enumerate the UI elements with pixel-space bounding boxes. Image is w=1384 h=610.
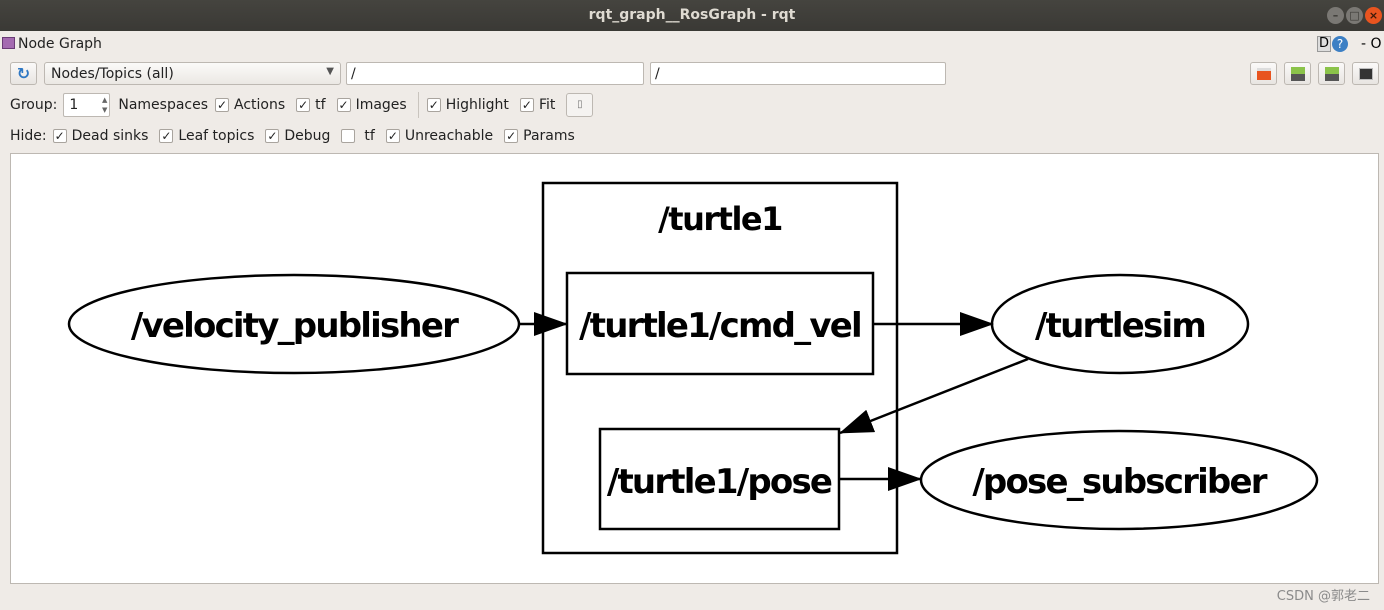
unreachable-checkbox[interactable]: ✓	[385, 129, 400, 143]
fit-in-view-button[interactable]: ▯	[566, 93, 594, 117]
node-turtlesim[interactable]: /turtlesim	[990, 273, 1250, 375]
plugin-title: Node Graph	[18, 36, 102, 52]
group-spinbox[interactable]: 1 ▲ ▼	[63, 93, 111, 117]
debug-label: Debug	[284, 128, 331, 144]
node-graph-icon	[2, 37, 15, 49]
images-label: Images	[355, 97, 407, 113]
tf-checkbox[interactable]: ✓	[296, 98, 311, 112]
close-plugin-button[interactable]: - O	[1361, 36, 1382, 52]
group-label: Group:	[10, 97, 58, 113]
hide-tf-checkbox[interactable]	[341, 129, 356, 143]
group-value: 1	[69, 97, 79, 113]
leaf-topics-label: Leaf topics	[178, 128, 255, 144]
refresh-button[interactable]: ↻	[10, 62, 37, 85]
folder-icon	[1257, 68, 1271, 80]
topic-label: /turtle1/cmd_vel	[579, 306, 861, 346]
dock-button[interactable]: D	[1317, 36, 1331, 52]
highlight-label: Highlight	[445, 97, 509, 113]
actions-label: Actions	[234, 97, 286, 113]
save-icon	[1291, 67, 1305, 81]
maximize-button[interactable]: □	[1346, 7, 1363, 24]
view-mode-value: Nodes/Topics (all)	[51, 66, 174, 82]
save-image-button[interactable]	[1352, 62, 1379, 85]
options-row: Group: 1 ▲ ▼ Namespaces ✓ Actions ✓ tf ✓ Imag…	[10, 92, 594, 118]
graph-canvas[interactable]: /turtle1 /velocity_publisher /turtle1/cm…	[10, 153, 1379, 584]
namespaces-label: Namespaces	[118, 97, 209, 113]
topic-label: /turtle1/pose	[607, 462, 832, 502]
leaf-topics-checkbox[interactable]: ✓	[159, 129, 174, 143]
hide-row: Hide: ✓ Dead sinks ✓ Leaf topics ✓ Debug tf…	[10, 127, 586, 145]
view-mode-select[interactable]: Nodes/Topics (all) ▼	[44, 62, 341, 85]
topic-pose[interactable]: /turtle1/pose	[598, 427, 841, 531]
divider	[417, 92, 419, 118]
save-icon	[1325, 67, 1339, 81]
dead-sinks-label: Dead sinks	[71, 128, 149, 144]
window-title: rqt_graph__RosGraph - rqt	[588, 7, 796, 23]
watermark: CSDN @郭老二	[1276, 589, 1370, 604]
close-button[interactable]: ×	[1365, 7, 1382, 24]
hide-label: Hide:	[10, 128, 47, 144]
image-icon	[1359, 68, 1373, 80]
highlight-checkbox[interactable]: ✓	[426, 98, 441, 112]
load-dot-button[interactable]	[1250, 62, 1277, 85]
unreachable-label: Unreachable	[404, 128, 494, 144]
node-velocity-publisher[interactable]: /velocity_publisher	[67, 273, 521, 375]
minimize-button[interactable]: –	[1327, 7, 1344, 24]
cluster-label: /turtle1	[658, 200, 782, 238]
node-filter-input[interactable]: /	[346, 62, 644, 85]
params-checkbox[interactable]: ✓	[504, 129, 519, 143]
tf-label: tf	[315, 97, 326, 113]
fit-label: Fit	[538, 97, 556, 113]
debug-checkbox[interactable]: ✓	[265, 129, 280, 143]
spin-arrows-icon[interactable]: ▲ ▼	[102, 95, 107, 115]
params-label: Params	[523, 128, 575, 144]
save-svg-button[interactable]	[1318, 62, 1345, 85]
node-label: /pose_subscriber	[972, 462, 1267, 502]
refresh-icon: ↻	[16, 64, 31, 83]
save-dot-button[interactable]	[1284, 62, 1311, 85]
node-label: /turtlesim	[1035, 306, 1205, 346]
edge-turtlesim-to-pose	[839, 357, 1029, 435]
node-pose-subscriber[interactable]: /pose_subscriber	[919, 429, 1319, 531]
dead-sinks-checkbox[interactable]: ✓	[52, 129, 67, 143]
actions-checkbox[interactable]: ✓	[215, 98, 230, 112]
images-checkbox[interactable]: ✓	[336, 98, 351, 112]
hide-tf-label: tf	[364, 128, 375, 144]
chevron-down-icon: ▼	[326, 66, 334, 77]
topic-cmd-vel[interactable]: /turtle1/cmd_vel	[565, 271, 875, 376]
fit-checkbox[interactable]: ✓	[519, 98, 534, 112]
ros-graph: /turtle1 /velocity_publisher /turtle1/cm…	[67, 181, 1319, 555]
node-label: /velocity_publisher	[131, 306, 459, 346]
window-titlebar: rqt_graph__RosGraph - rqt – □ ×	[0, 0, 1384, 31]
topic-filter-input[interactable]: /	[650, 62, 946, 85]
help-icon[interactable]: ?	[1332, 36, 1348, 52]
